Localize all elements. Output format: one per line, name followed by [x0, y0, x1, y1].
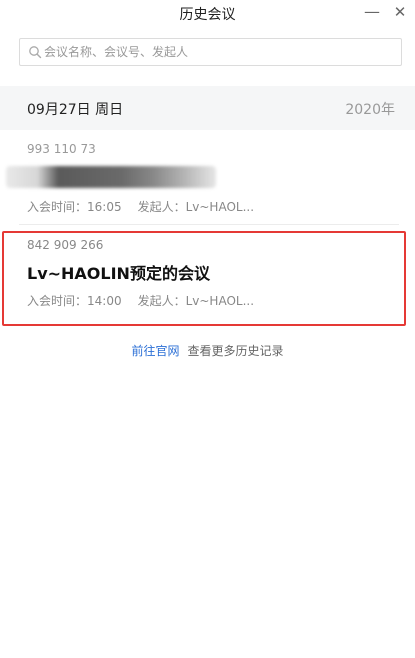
- meeting-meta: 入会时间：14:00 发起人：Lv~HAOL...: [27, 292, 254, 309]
- year-label: 2020年: [345, 102, 395, 118]
- footer: 前往官网 查看更多历史记录: [0, 342, 415, 359]
- meeting-number: 842 909 266: [27, 238, 104, 252]
- initiator: 发起人：Lv~HAOL...: [137, 294, 255, 308]
- meeting-number: 993 110 73: [27, 142, 96, 156]
- window-title: 历史会议: [179, 7, 236, 23]
- join-time: 入会时间：14:00: [27, 294, 122, 308]
- divider: [19, 224, 399, 225]
- meeting-item[interactable]: 842 909 266 Lv~HAOLIN预定的会议 入会时间：14:00 发起人…: [0, 230, 415, 320]
- title-bar: 历史会议 — ✕: [0, 0, 415, 26]
- close-button[interactable]: ✕: [390, 2, 410, 22]
- initiator: 发起人：Lv~HAOL...: [137, 200, 255, 214]
- meeting-item[interactable]: 993 110 73 入会时间：16:05 发起人：Lv~HAOL...: [0, 132, 415, 222]
- meeting-name: Lv~HAOLIN预定的会议: [27, 264, 210, 283]
- join-time: 入会时间：16:05: [27, 200, 122, 214]
- search-icon: [29, 46, 42, 59]
- search-box[interactable]: [19, 38, 402, 66]
- date-group-header: 09月27日 周日 2020年: [0, 86, 415, 130]
- minimize-button[interactable]: —: [362, 2, 382, 22]
- date-label: 09月27日 周日: [27, 102, 124, 118]
- search-input[interactable]: [44, 39, 394, 65]
- redacted-meeting-name: [6, 166, 216, 188]
- official-site-link[interactable]: 前往官网: [131, 344, 179, 358]
- more-history-text: 查看更多历史记录: [187, 344, 284, 358]
- meeting-meta: 入会时间：16:05 发起人：Lv~HAOL...: [27, 198, 254, 215]
